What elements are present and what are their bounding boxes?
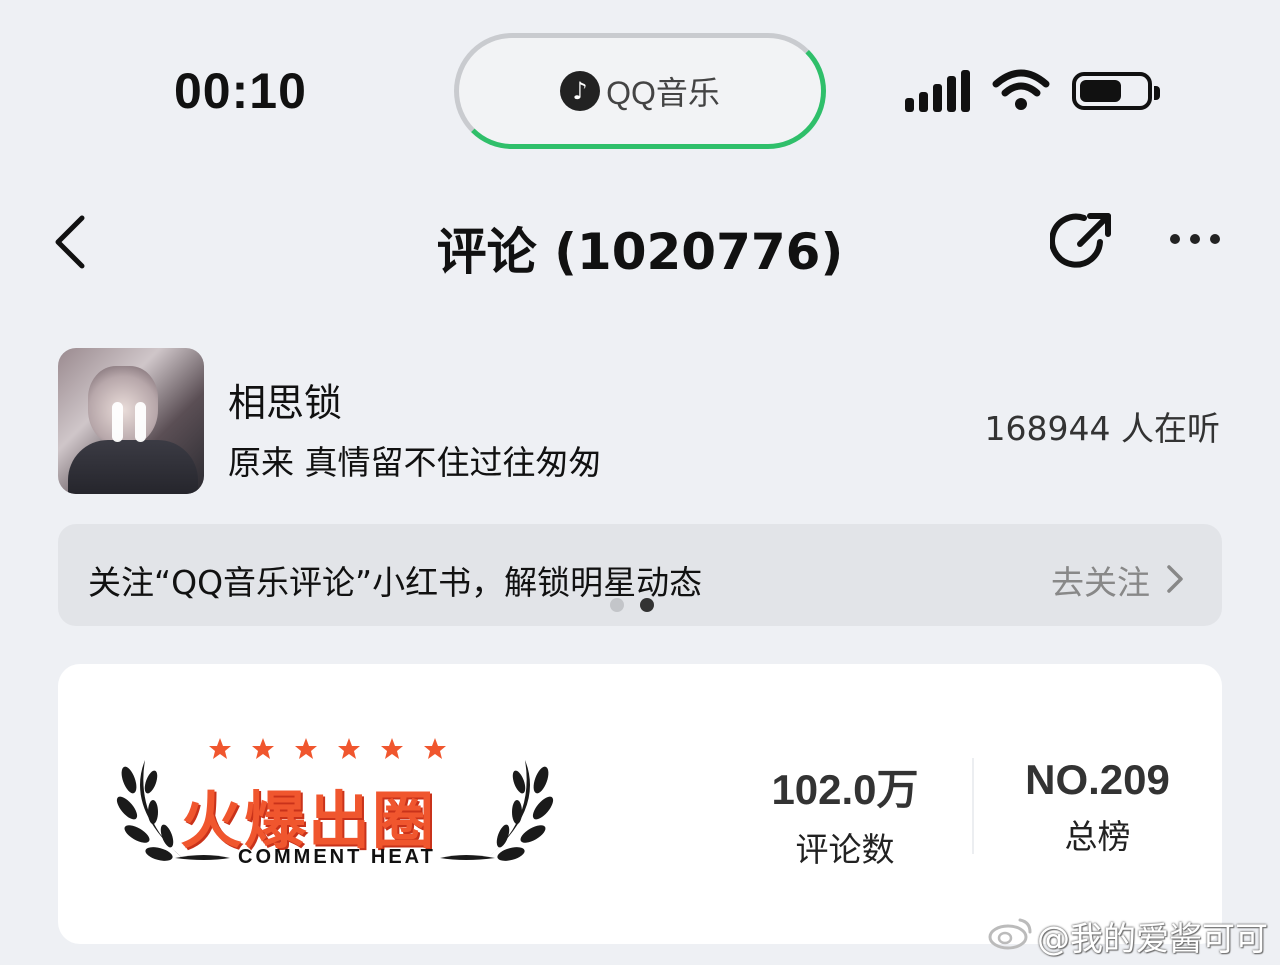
follow-link[interactable]: 去关注: [1051, 556, 1150, 604]
cellular-signal-icon: [905, 70, 970, 112]
comment-count-label: 评论数: [795, 830, 895, 869]
song-title: 相思锁: [228, 381, 343, 425]
comments-screen: 00:10 ♪ QQ音乐 评论 (1020776) 相思锁 原来 真情留不住过往…: [0, 0, 1280, 965]
island-app-name: QQ音乐: [606, 75, 720, 111]
pagination-dots: [610, 598, 654, 612]
stat-divider: [972, 758, 974, 854]
wifi-icon: [992, 69, 1050, 110]
pause-icon[interactable]: [112, 402, 146, 442]
rank-value: NO.209: [1025, 756, 1170, 803]
more-options-icon[interactable]: [1170, 234, 1220, 244]
listener-count: 168944 人在听: [984, 409, 1220, 448]
chevron-right-icon[interactable]: [1166, 564, 1184, 594]
dynamic-island-now-playing[interactable]: ♪ QQ音乐: [454, 33, 826, 149]
heat-badge-subtitle: COMMENT HEAT: [238, 846, 436, 868]
banner-text: 关注“QQ音乐评论”小红书，解锁明星动态: [88, 563, 703, 602]
rank-stat: NO.209 总榜: [990, 756, 1205, 858]
comment-count-stat: 102.0万 评论数: [745, 756, 945, 871]
share-icon[interactable]: [1050, 208, 1116, 274]
weibo-logo-icon: [988, 918, 1032, 950]
status-time: 00:10: [174, 63, 307, 119]
rank-label: 总榜: [1064, 817, 1131, 856]
pagination-dot-active: [640, 598, 654, 612]
battery-icon: [1072, 72, 1160, 110]
song-lyric: 原来 真情留不住过往匆匆: [228, 443, 602, 482]
comment-count-value: 102.0万: [771, 766, 919, 813]
follow-banner[interactable]: 关注“QQ音乐评论”小红书，解锁明星动态 去关注: [58, 524, 1222, 626]
pagination-dot: [610, 598, 624, 612]
watermark-text: @我的爱酱可可: [1037, 919, 1268, 958]
qq-music-logo-icon: ♪: [560, 71, 601, 111]
